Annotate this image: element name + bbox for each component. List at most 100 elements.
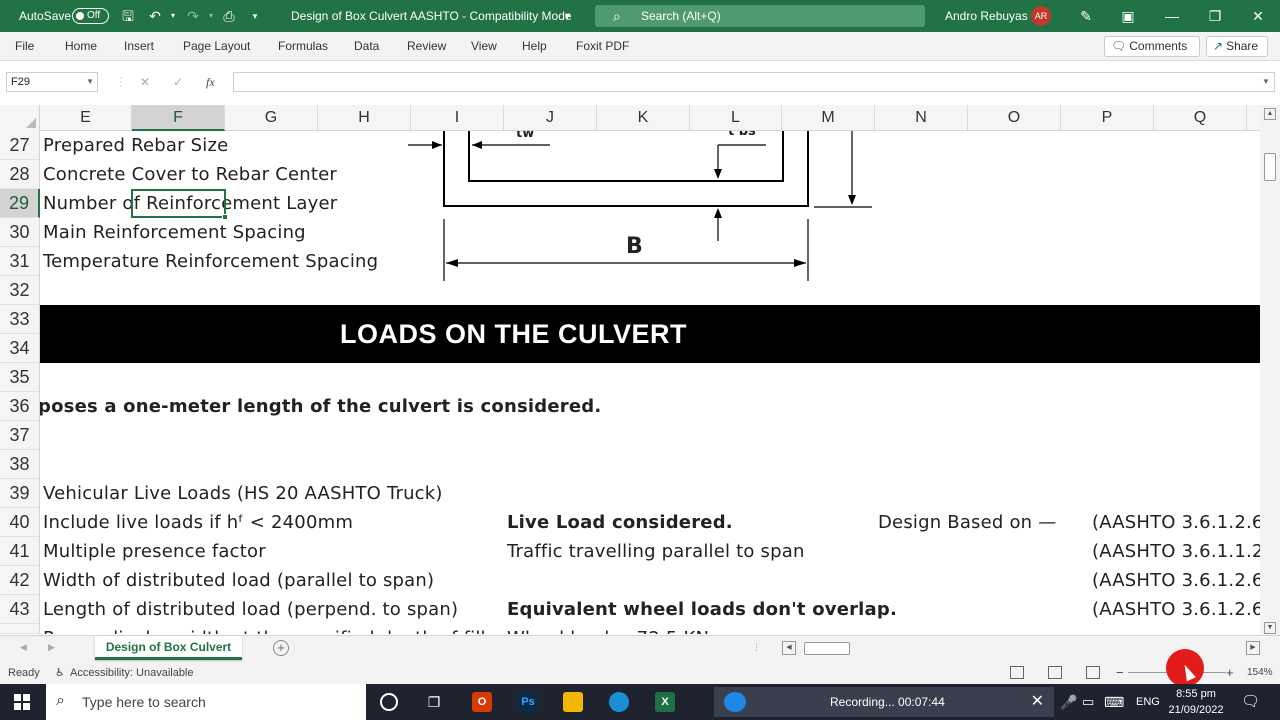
column-header-m[interactable]: M xyxy=(782,105,875,131)
file-explorer-icon[interactable] xyxy=(563,692,583,712)
row-header-38[interactable]: 38 xyxy=(0,450,40,479)
worksheet-grid[interactable]: B tw t bs Prepared Rebar Size Concrete C… xyxy=(40,131,1260,634)
cell-p40[interactable]: (AASHTO 3.6.1.2.6) xyxy=(1092,508,1260,537)
tab-formulas[interactable]: Formulas xyxy=(278,32,328,61)
cancel-icon[interactable]: ✕ xyxy=(140,72,150,92)
restore-icon[interactable]: ❐ xyxy=(1206,7,1224,25)
redo-dropdown-icon[interactable]: ▾ xyxy=(202,7,220,25)
column-header-n[interactable]: N xyxy=(875,105,968,131)
cell-e27[interactable]: Prepared Rebar Size xyxy=(43,131,228,160)
comments-button[interactable]: 🗨 Comments xyxy=(1104,36,1200,57)
cell-j44[interactable]: Wheel load = 72.5 KN xyxy=(507,624,709,634)
excel-icon[interactable]: X xyxy=(655,692,675,712)
column-header-p[interactable]: P xyxy=(1061,105,1154,131)
redo-icon[interactable]: ↷ xyxy=(184,7,202,25)
scroll-right-icon[interactable]: ▶ xyxy=(1246,641,1260,655)
tab-insert[interactable]: Insert xyxy=(124,32,154,61)
name-box[interactable]: F29 ▼ xyxy=(6,72,98,92)
notifications-icon[interactable]: 🗨 xyxy=(1241,684,1260,720)
horizontal-scroll-thumb[interactable] xyxy=(804,642,850,655)
column-header-o[interactable]: O xyxy=(968,105,1061,131)
close-recording-icon[interactable]: ✕ xyxy=(1031,687,1044,717)
sheet-tab-active[interactable]: Design of Box Culvert xyxy=(95,636,242,660)
tab-help[interactable]: Help xyxy=(522,32,547,61)
avatar[interactable]: AR xyxy=(1031,6,1051,26)
insert-function-icon[interactable]: fx xyxy=(206,72,215,92)
document-title[interactable]: Design of Box Culvert AASHTO - Compatibi… xyxy=(291,0,572,32)
enter-icon[interactable]: ✓ xyxy=(173,72,183,92)
autosave-toggle[interactable]: Off xyxy=(72,8,109,24)
cell-n40[interactable]: Design Based on — xyxy=(878,508,1056,537)
row-header-29[interactable]: 29 xyxy=(0,189,40,218)
cell-e41[interactable]: Multiple presence factor xyxy=(43,537,266,566)
tab-review[interactable]: Review xyxy=(407,32,446,61)
column-header-e[interactable]: E xyxy=(40,105,132,131)
column-header-l[interactable]: L xyxy=(690,105,782,131)
search-box[interactable]: ⌕ Search (Alt+Q) xyxy=(595,5,925,27)
formula-input[interactable] xyxy=(233,72,1275,92)
column-header-f[interactable]: F xyxy=(132,105,225,131)
row-header-44[interactable] xyxy=(0,624,40,634)
cell-e43[interactable]: Length of distributed load (perpend. to … xyxy=(43,595,458,624)
vertical-scroll-thumb[interactable] xyxy=(1264,153,1276,181)
column-header-q[interactable]: Q xyxy=(1154,105,1247,131)
cell-j41[interactable]: Traffic travelling parallel to span xyxy=(507,537,805,566)
microphone-icon[interactable]: 🎤 xyxy=(1060,684,1077,720)
cell-j43[interactable]: Equivalent wheel loads don't overlap. xyxy=(507,595,897,624)
cell-j40[interactable]: Live Load considered. xyxy=(507,508,733,537)
row-header-31[interactable]: 31 xyxy=(0,247,40,276)
tab-data[interactable]: Data xyxy=(354,32,379,61)
column-header-i[interactable]: I xyxy=(411,105,504,131)
share-button[interactable]: ↗ Share xyxy=(1206,36,1268,57)
vertical-scrollbar[interactable]: ▲ ▼ xyxy=(1260,105,1280,635)
cell-e40[interactable]: Include live loads if hᶠ < 2400mm xyxy=(43,508,353,537)
column-header-g[interactable]: G xyxy=(225,105,318,131)
cell-p42[interactable]: (AASHTO 3.6.1.2.6) xyxy=(1092,566,1260,595)
row-header-40[interactable]: 40 xyxy=(0,508,40,537)
ribbon-display-icon[interactable]: ▣ xyxy=(1119,7,1137,25)
row-header-27[interactable]: 27 xyxy=(0,131,40,160)
clock[interactable]: 8:55 pm 21/09/2022 xyxy=(1160,686,1232,718)
office-icon[interactable]: O xyxy=(472,692,492,712)
undo-dropdown-icon[interactable]: ▾ xyxy=(164,7,182,25)
accessibility-status[interactable]: Accessibility: Unavailable xyxy=(70,662,194,684)
row-header-32[interactable]: 32 xyxy=(0,276,40,305)
selected-cell-f29[interactable] xyxy=(131,189,228,220)
cell-p43[interactable]: (AASHTO 3.6.1.2.6) xyxy=(1092,595,1260,624)
user-name[interactable]: Andro Rebuyas xyxy=(945,0,1028,32)
scroll-down-icon[interactable]: ▼ xyxy=(1264,622,1276,634)
row-header-35[interactable]: 35 xyxy=(0,363,40,392)
tab-page-layout[interactable]: Page Layout xyxy=(183,32,250,61)
photoshop-icon[interactable]: Ps xyxy=(518,692,538,712)
page-layout-view-icon[interactable] xyxy=(1048,666,1062,679)
cortana-icon[interactable] xyxy=(380,693,398,711)
cell-e31[interactable]: Temperature Reinforcement Spacing xyxy=(43,247,378,276)
column-header-k[interactable]: K xyxy=(597,105,690,131)
chevron-down-icon[interactable]: ▼ xyxy=(86,73,94,91)
cell-e30[interactable]: Main Reinforcement Spacing xyxy=(43,218,306,247)
fill-handle[interactable] xyxy=(222,214,228,220)
tab-file[interactable]: File xyxy=(15,32,34,61)
row-header-37[interactable]: 37 xyxy=(0,421,40,450)
prev-sheet-icon[interactable]: ◀ xyxy=(20,642,27,653)
column-header-j[interactable]: J xyxy=(504,105,597,131)
next-sheet-icon[interactable]: ▶ xyxy=(48,642,55,653)
cell-e28[interactable]: Concrete Cover to Rebar Center xyxy=(43,160,337,189)
row-header-39[interactable]: 39 xyxy=(0,479,40,508)
close-icon[interactable]: ✕ xyxy=(1249,7,1267,25)
scroll-left-icon[interactable]: ◀ xyxy=(782,641,796,655)
save-icon[interactable]: 🖫 xyxy=(119,7,137,25)
expand-formula-icon[interactable]: ▼ xyxy=(1262,72,1270,92)
row-header-34[interactable]: 34 xyxy=(0,334,40,363)
tab-view[interactable]: View xyxy=(471,32,497,61)
row-header-43[interactable]: 43 xyxy=(0,595,40,624)
normal-view-icon[interactable] xyxy=(1010,666,1024,679)
zoom-level[interactable]: 154% xyxy=(1247,662,1273,684)
row-header-33[interactable]: 33 xyxy=(0,305,40,334)
pen-icon[interactable]: ✎ xyxy=(1077,7,1095,25)
scroll-up-icon[interactable]: ▲ xyxy=(1264,108,1276,120)
minimize-icon[interactable]: — xyxy=(1163,7,1181,25)
tab-foxit-pdf[interactable]: Foxit PDF xyxy=(576,32,629,61)
row-header-36[interactable]: 36 xyxy=(0,392,40,421)
windows-start-icon[interactable] xyxy=(14,694,30,710)
